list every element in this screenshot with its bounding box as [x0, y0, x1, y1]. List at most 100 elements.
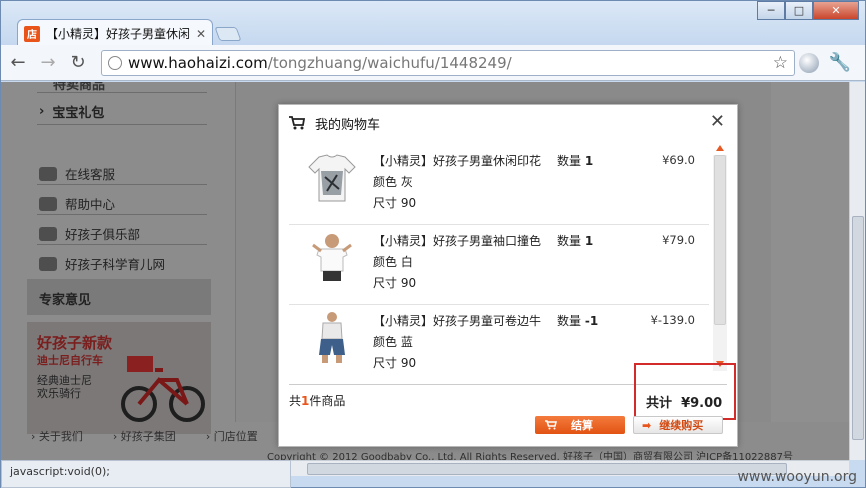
promo-text: 经典迪士尼 欢乐骑行 — [37, 374, 92, 400]
minimize-button[interactable]: ─ — [757, 1, 785, 20]
status-bar: javascript:void(0); — [1, 460, 291, 488]
color-value: 蓝 — [400, 335, 413, 349]
scroll-up-arrow-icon[interactable] — [716, 145, 724, 151]
sidebar-item-gift[interactable]: › 宝宝礼包 — [39, 102, 104, 121]
new-tab-button[interactable] — [214, 27, 242, 41]
scrollbar-track[interactable] — [713, 155, 727, 371]
color-label: 颜色 — [373, 335, 398, 349]
total-value: ¥9.00 — [681, 396, 723, 411]
checkout-button[interactable]: 结算 — [535, 416, 625, 434]
back-icon[interactable]: ← — [5, 50, 31, 76]
size-label: 尺寸 — [373, 276, 398, 290]
forward-icon[interactable]: → — [35, 50, 61, 76]
item-color: 颜色 白 — [373, 253, 413, 270]
divider — [37, 124, 207, 125]
url-host: www.haohaizi.com — [128, 54, 268, 72]
extension-icon[interactable] — [799, 53, 819, 73]
sidebar-item-online-service[interactable]: 在线客服 — [39, 164, 115, 183]
item-price: ¥69.0 — [662, 153, 695, 167]
page-vertical-scrollbar[interactable] — [849, 82, 865, 460]
scrollbar-thumb[interactable] — [714, 155, 726, 325]
cart-item: 【小精灵】好孩子男童袖口撞色 数量 1 ¥79.0 颜色 白 尺寸 90 — [289, 225, 709, 305]
chat-icon — [39, 166, 57, 181]
maximize-button[interactable]: □ — [785, 1, 813, 20]
expert-opinion-label: 专家意见 — [39, 293, 92, 308]
url-text: www.haohaizi.com/tongzhuang/waichufu/144… — [128, 54, 512, 72]
copyright-text: Copyright © 2012 Goodbaby Co., Ltd. All … — [267, 452, 793, 460]
promo-subtitle: 迪士尼自行车 — [37, 354, 103, 367]
left-sidebar: 特卖商品 › 宝宝礼包 在线客服 帮助中心 好孩子俱乐部 好孩子科学育儿网 专家意… — [27, 82, 211, 460]
scrollbar-thumb[interactable] — [852, 216, 864, 440]
sidebar-item-label: 好孩子俱乐部 — [65, 227, 141, 242]
cart-item-list: 【小精灵】好孩子男童休闲印花 数量 1 ¥69.0 颜色 灰 尺寸 90 【小精… — [289, 145, 709, 381]
browser-tab[interactable]: 店 【小精灵】好孩子男童休闲 ✕ — [17, 19, 213, 47]
qty-value: 1 — [584, 234, 594, 248]
promo-title: 好孩子新款 — [37, 334, 113, 352]
address-bar[interactable]: www.haohaizi.com/tongzhuang/waichufu/144… — [101, 50, 795, 76]
size-value: 90 — [400, 196, 417, 210]
qty-label: 数量 — [557, 154, 582, 168]
divider — [37, 92, 207, 93]
divider — [37, 244, 207, 245]
color-value: 灰 — [400, 175, 413, 189]
item-size: 尺寸 90 — [373, 274, 416, 291]
item-color: 颜色 蓝 — [373, 333, 413, 350]
cart-icon — [545, 420, 557, 430]
size-label: 尺寸 — [373, 356, 398, 370]
cart-dialog-header: 我的购物车 — [289, 113, 380, 133]
footer-link[interactable]: › 关于我们 — [31, 428, 83, 448]
item-size: 尺寸 90 — [373, 194, 416, 211]
count-suffix: 件商品 — [309, 394, 346, 408]
help-icon — [39, 196, 57, 211]
checkout-label: 结算 — [571, 419, 593, 432]
sidebar-item-parenting[interactable]: 好孩子科学育儿网 — [39, 254, 165, 273]
bookmark-star-icon[interactable]: ☆ — [773, 53, 788, 73]
browser-window: 店 【小精灵】好孩子男童休闲 ✕ ─ □ ✕ ← → ↻ www.haohaiz… — [0, 0, 866, 488]
item-color: 颜色 灰 — [373, 173, 413, 190]
page-info-icon[interactable] — [108, 56, 122, 70]
wrench-menu-icon[interactable]: 🔧 — [829, 52, 851, 73]
size-label: 尺寸 — [373, 196, 398, 210]
color-value: 白 — [400, 255, 413, 269]
count-prefix: 共 — [289, 394, 302, 408]
close-icon[interactable]: ✕ — [710, 111, 725, 132]
sidebar-item-help[interactable]: 帮助中心 — [39, 194, 115, 213]
size-value: 90 — [400, 356, 417, 370]
item-quantity: 数量 1 — [557, 232, 593, 249]
expert-opinion-banner[interactable]: 专家意见 — [27, 279, 211, 315]
window-close-button[interactable]: ✕ — [813, 1, 859, 20]
footer-link[interactable]: › 门店位置 — [206, 428, 258, 448]
sidebar-item-label: 好孩子科学育儿网 — [65, 257, 166, 272]
sidebar-item-club[interactable]: 好孩子俱乐部 — [39, 224, 140, 243]
item-name[interactable]: 【小精灵】好孩子男童可卷边牛 — [373, 312, 541, 329]
tab-close-icon[interactable]: ✕ — [196, 27, 206, 41]
browser-toolbar: ← → ↻ www.haohaizi.com/tongzhuang/waichu… — [1, 45, 865, 81]
item-price: ¥79.0 — [662, 233, 695, 247]
qty-value: -1 — [584, 314, 599, 328]
divider — [37, 214, 207, 215]
scrollbar-thumb[interactable] — [307, 463, 787, 475]
product-image[interactable] — [307, 231, 357, 287]
watermark: www.wooyun.org — [737, 469, 857, 485]
total-label: 共计 — [646, 396, 673, 411]
footer-link[interactable]: › 好孩子集团 — [113, 428, 176, 448]
favicon-icon: 店 — [24, 25, 40, 42]
qty-label: 数量 — [557, 234, 582, 248]
qty-value: 1 — [584, 154, 594, 168]
sidebar-item-label: 帮助中心 — [65, 197, 116, 212]
bike-promo-banner[interactable]: 好孩子新款 迪士尼自行车 经典迪士尼 欢乐骑行 — [27, 322, 211, 434]
item-name[interactable]: 【小精灵】好孩子男童休闲印花 — [373, 152, 541, 169]
sidebar-item-gift-label: 宝宝礼包 — [52, 106, 105, 121]
continue-label: 继续购买 — [659, 419, 704, 432]
stroller-icon — [39, 256, 57, 271]
product-image[interactable] — [307, 151, 357, 207]
color-label: 颜色 — [373, 175, 398, 189]
tab-title: 【小精灵】好孩子男童休闲 — [46, 27, 191, 41]
continue-shopping-button[interactable]: ➡ 继续购买 — [633, 416, 723, 434]
reload-icon[interactable]: ↻ — [65, 50, 91, 76]
cart-list-scrollbar[interactable] — [713, 143, 727, 371]
item-name[interactable]: 【小精灵】好孩子男童袖口撞色 — [373, 232, 541, 249]
product-image[interactable] — [307, 311, 357, 367]
item-quantity: 数量 -1 — [557, 312, 598, 329]
cart-icon — [289, 116, 305, 130]
